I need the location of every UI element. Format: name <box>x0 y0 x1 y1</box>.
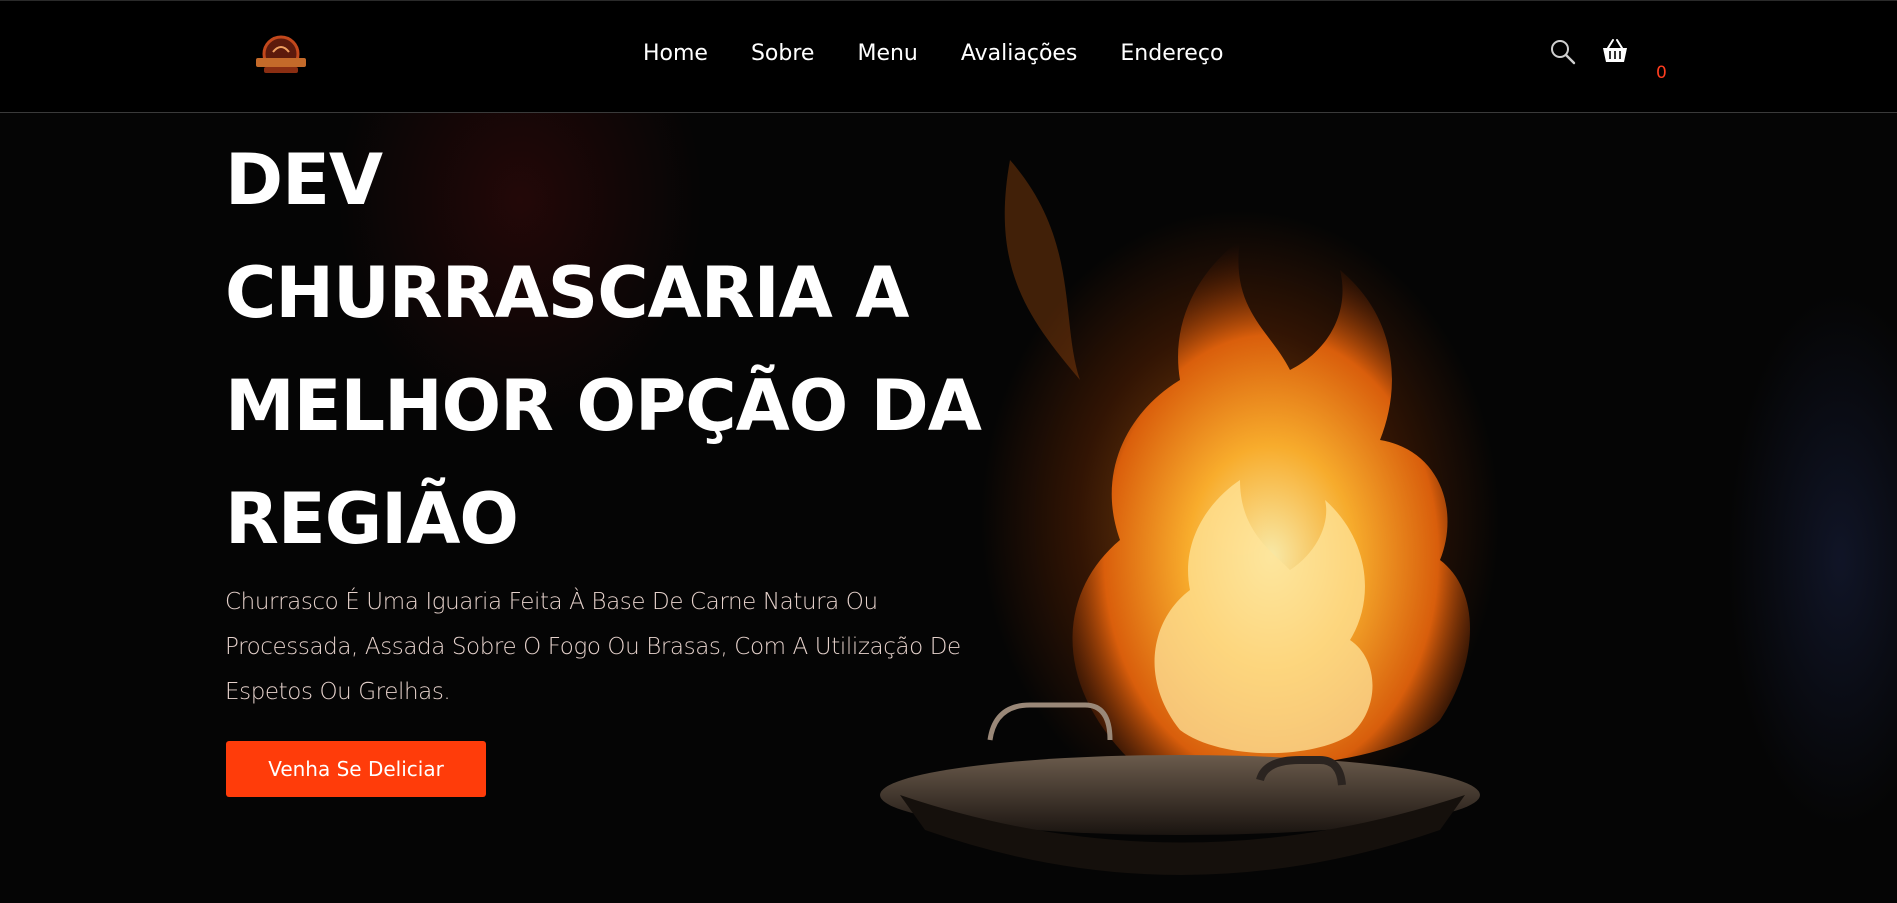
hero-title: DEV CHURRASCARIA A MELHOR OPÇÃO DA REGIÃ… <box>225 139 982 560</box>
nav-home[interactable]: Home <box>643 41 708 66</box>
main-nav: Home Sobre Menu Avaliações Endereço <box>643 41 1266 66</box>
page: Home Sobre Menu Avaliações Endereço 0 DE… <box>0 0 1897 903</box>
site-header: Home Sobre Menu Avaliações Endereço 0 <box>0 0 1897 113</box>
cta-button[interactable]: Venha Se Deliciar <box>226 741 486 797</box>
hero-description: Churrasco É Uma Iguaria Feita À Base De … <box>225 589 961 705</box>
nav-endereco[interactable]: Endereço <box>1120 41 1223 66</box>
nav-sobre[interactable]: Sobre <box>751 41 815 66</box>
basket-icon[interactable] <box>1600 37 1630 67</box>
restaurant-logo-icon[interactable] <box>250 34 312 78</box>
header-actions: 0 <box>1548 37 1667 83</box>
cart-count-badge: 0 <box>1656 63 1667 83</box>
nav-menu[interactable]: Menu <box>857 41 917 66</box>
nav-avaliacoes[interactable]: Avaliações <box>961 41 1078 66</box>
search-icon[interactable] <box>1548 37 1578 67</box>
